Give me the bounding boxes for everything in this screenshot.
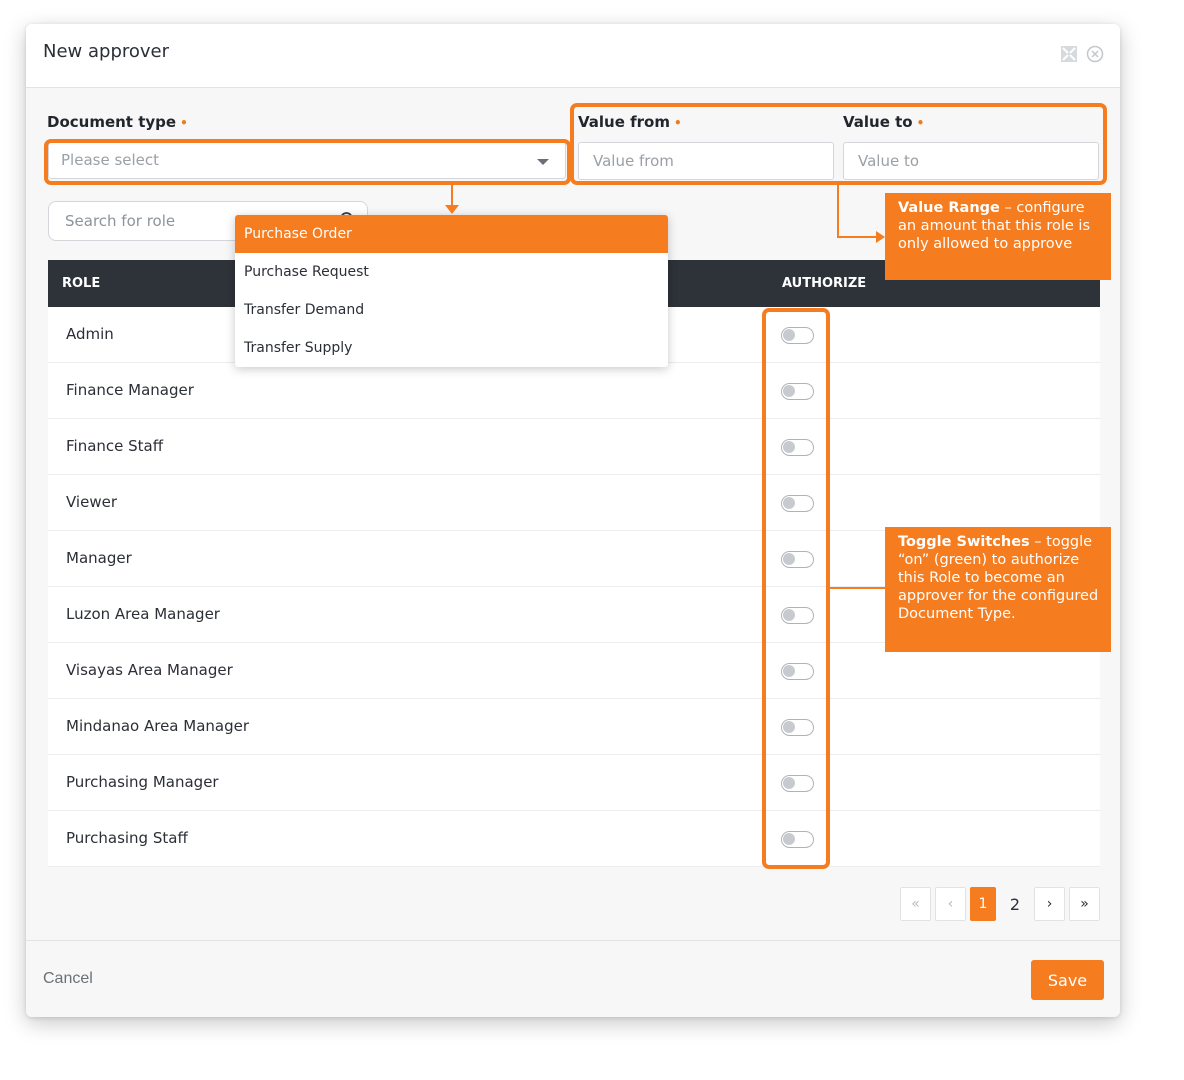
document-type-highlight bbox=[44, 139, 571, 185]
toggle-column-highlight bbox=[762, 308, 830, 869]
arrow-down-icon bbox=[445, 205, 459, 214]
arrow-right-icon bbox=[876, 231, 885, 243]
toggle-connector bbox=[830, 587, 885, 589]
modal-footer: Cancel Save bbox=[26, 940, 1120, 1017]
modal-title: New approver bbox=[43, 41, 170, 62]
first-page-button[interactable]: « bbox=[900, 887, 931, 921]
value-range-connector-h bbox=[837, 236, 879, 238]
table-row: Viewer bbox=[48, 475, 1100, 531]
role-name: Admin bbox=[66, 325, 114, 343]
value-range-connector-v bbox=[837, 185, 839, 237]
dropdown-option[interactable]: Transfer Supply bbox=[235, 329, 668, 367]
toggle-callout-title: Toggle Switches bbox=[898, 534, 1030, 550]
table-row: Purchasing Manager bbox=[48, 755, 1100, 811]
role-name: Mindanao Area Manager bbox=[66, 717, 250, 735]
document-type-label-text: Document type bbox=[47, 113, 177, 131]
next-page-button[interactable]: › bbox=[1034, 887, 1065, 921]
role-name: Finance Manager bbox=[66, 381, 194, 399]
table-row: Finance Staff bbox=[48, 419, 1100, 475]
role-name: Purchasing Manager bbox=[66, 773, 219, 791]
close-circle-icon[interactable] bbox=[1086, 45, 1104, 63]
last-page-button[interactable]: » bbox=[1069, 887, 1100, 921]
cancel-button[interactable]: Cancel bbox=[43, 970, 93, 988]
document-type-dropdown: Purchase Order Purchase Request Transfer D… bbox=[235, 215, 668, 367]
page-2-button[interactable]: 2 bbox=[1000, 887, 1030, 921]
role-name: Visayas Area Manager bbox=[66, 661, 233, 679]
table-row: Finance Manager bbox=[48, 363, 1100, 419]
value-range-callout: Value Range – configure an amount that t… bbox=[885, 193, 1111, 280]
role-name: Viewer bbox=[66, 493, 117, 511]
document-type-label: Document type • bbox=[47, 113, 188, 131]
prev-page-button[interactable]: ‹ bbox=[935, 887, 966, 921]
role-name: Purchasing Staff bbox=[66, 829, 188, 847]
page-1-button[interactable]: 1 bbox=[970, 887, 996, 921]
role-name: Finance Staff bbox=[66, 437, 164, 455]
value-range-highlight bbox=[570, 103, 1107, 185]
save-button[interactable]: Save bbox=[1031, 960, 1104, 1000]
modal-header: New approver bbox=[26, 24, 1120, 88]
dropdown-option[interactable]: Purchase Request bbox=[235, 253, 668, 291]
authorize-column-header: AUTHORIZE bbox=[782, 276, 867, 291]
value-range-callout-title: Value Range bbox=[898, 200, 1000, 216]
header-icons bbox=[1060, 45, 1104, 63]
table-row: Purchasing Staff bbox=[48, 811, 1100, 867]
role-name: Luzon Area Manager bbox=[66, 605, 220, 623]
role-name: Manager bbox=[66, 549, 132, 567]
expand-icon[interactable] bbox=[1060, 45, 1078, 63]
pagination: « ‹ 1 2 › » bbox=[900, 887, 1100, 921]
toggle-callout: Toggle Switches – toggle “on” (green) to… bbox=[885, 527, 1111, 652]
role-column-header: ROLE bbox=[62, 276, 101, 291]
required-marker: • bbox=[180, 116, 188, 130]
table-row: Mindanao Area Manager bbox=[48, 699, 1100, 755]
dropdown-option[interactable]: Purchase Order bbox=[235, 215, 668, 253]
dropdown-option[interactable]: Transfer Demand bbox=[235, 291, 668, 329]
